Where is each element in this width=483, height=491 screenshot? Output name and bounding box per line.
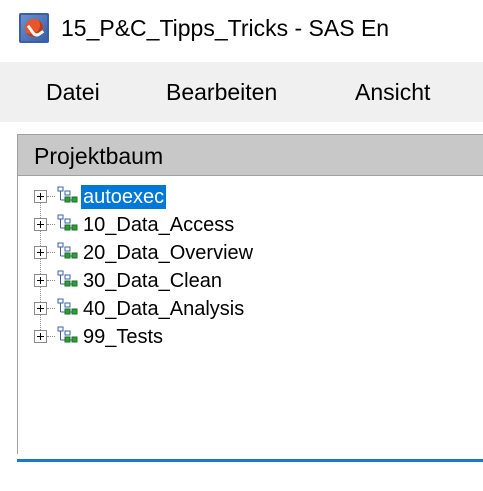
tree-node-20-data-overview[interactable]: 20_Data_Overview [18,239,483,267]
process-flow-icon [57,298,78,315]
tree-node-label[interactable]: 99_Tests [81,325,165,349]
process-flow-icon [57,186,78,203]
tree-node-label[interactable]: 10_Data_Access [81,213,236,237]
process-flow-icon [57,214,78,231]
expand-plus-icon[interactable] [34,218,47,231]
menu-ansicht[interactable]: Ansicht [355,78,430,106]
tree-node-30-data-clean[interactable]: 30_Data_Clean [18,267,483,295]
spacer [0,122,483,134]
tree-branch-line [47,280,55,281]
panel-title: Projektbaum [34,143,164,169]
process-flow-icon [57,242,78,259]
menu-bearbeiten[interactable]: Bearbeiten [166,78,277,106]
expand-plus-icon[interactable] [34,274,47,287]
tree-branch-line [47,308,55,309]
title-bar: 15_P&C_Tipps_Tricks - SAS En [0,0,483,62]
expand-plus-icon[interactable] [34,302,47,315]
sas-enterprise-guide-icon[interactable] [19,13,49,43]
tree-branch-line [47,224,55,225]
tree-branch-line [47,336,55,337]
tree-node-99-tests[interactable]: 99_Tests [18,323,483,351]
tree-node-label[interactable]: 30_Data_Clean [81,269,224,293]
expand-plus-icon[interactable] [34,330,47,343]
menu-bar: Datei Bearbeiten Ansicht [0,62,483,122]
project-tree-panel: Projektbaum autoexec 10_Data_Access 20_Dat… [17,134,483,454]
menu-datei[interactable]: Datei [46,78,100,106]
tree-node-10-data-access[interactable]: 10_Data_Access [18,211,483,239]
tree-branch-line [47,252,55,253]
tree-node-label[interactable]: 20_Data_Overview [81,241,255,265]
window-title: 15_P&C_Tipps_Tricks - SAS En [61,15,390,41]
expand-plus-icon[interactable] [34,246,47,259]
expand-plus-icon[interactable] [34,190,47,203]
process-flow-icon [57,270,78,287]
panel-header: Projektbaum [18,135,483,176]
tree-node-label[interactable]: 40_Data_Analysis [81,297,246,321]
tree-node-label[interactable]: autoexec [81,185,167,209]
sas-eg-window: 15_P&C_Tipps_Tricks - SAS En Datei Bearb… [0,0,483,491]
tree-node-40-data-analysis[interactable]: 40_Data_Analysis [18,295,483,323]
tree-node-autoexec[interactable]: autoexec [18,183,483,211]
tree-branch-line [47,196,55,197]
process-flow-icon [57,326,78,343]
bottom-area [0,462,483,491]
